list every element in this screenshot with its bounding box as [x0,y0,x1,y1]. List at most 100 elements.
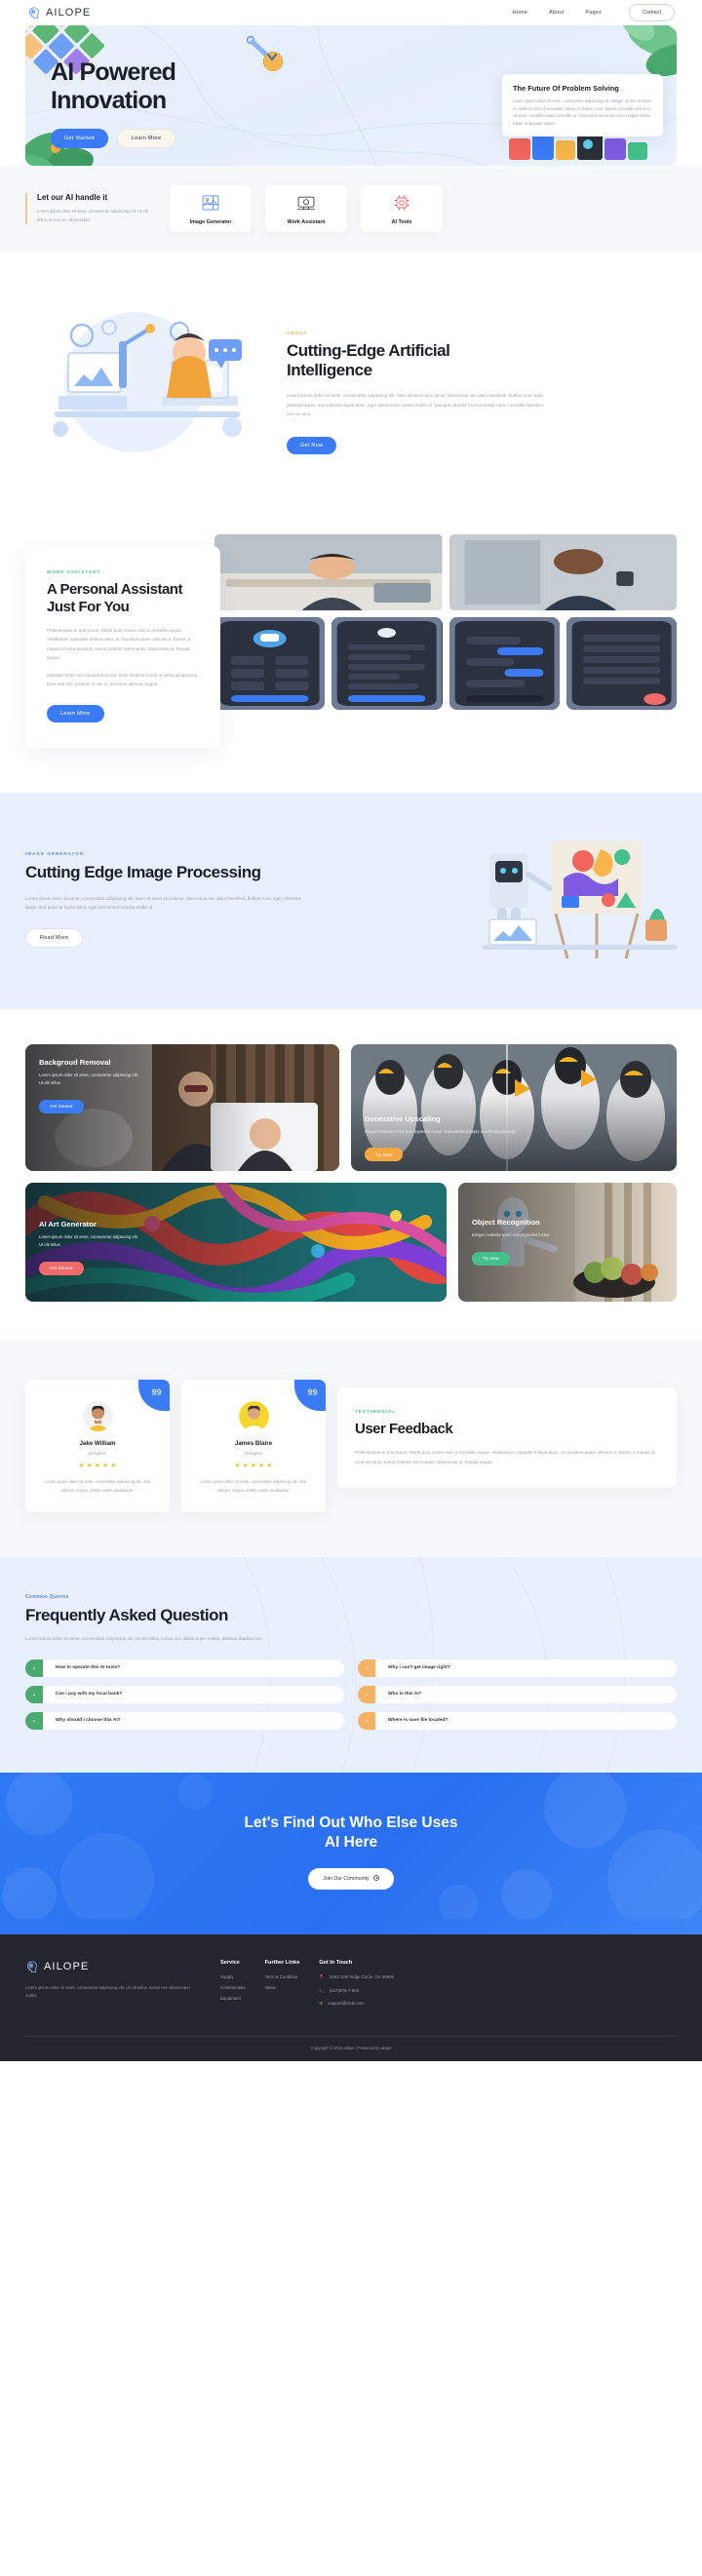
footer-phone[interactable]: (407)876-7-853 [330,1988,359,1995]
hero-card-body: Lorem ipsum dolor sit amet, consectetur … [513,98,652,126]
gallery-card-button[interactable]: Try Now [365,1148,403,1162]
image-processing-section: IMAGE GENERATOR Cutting Edge Image Proce… [0,793,702,1010]
assistant-section: WORK ASSISTANT A Personal Assistant Just… [0,530,702,793]
phone-icon: 📞 [319,1987,325,1993]
footer-link[interactable]: Equipment [220,1996,246,2001]
image-generator-icon [201,193,220,213]
image-processing-read-more-button[interactable]: Read More [25,927,84,948]
faq-question: Why i can't get image right? [375,1659,677,1677]
brand-logo[interactable]: AILOPE [27,6,91,20]
faq-column-right: ⌄ Why i can't get image right? ⌄ Who is … [358,1659,677,1730]
feature-card-work-assistant[interactable]: Work Assistant [265,185,347,232]
footer-link[interactable]: Term & Condition [265,1974,300,1979]
star-icon: ★ [242,1463,249,1470]
feature-card-image-generator[interactable]: Image Generator [170,185,252,232]
assistant-photo-phone-user [448,534,677,610]
join-community-button[interactable]: Join Our Community [308,1867,394,1890]
testimonial-role: Designer [88,1451,107,1457]
assistant-learn-more-button[interactable]: Learn More [47,705,104,723]
faq-question: Why should i choose this AI? [43,1711,344,1730]
gallery-row-1: Backgroud Removal Lorem ipsum dolor sit … [25,1044,677,1172]
footer-column-title: Service [220,1959,240,1966]
faq-question: Who is this AI? [375,1685,677,1703]
hero-title: AI Powered Innovation [51,59,280,115]
gallery-card-title: Object Recognition [472,1218,540,1228]
testimonial-card-jake-william: 99 Jake William Designer ★ ★ ★ ★ ★ Lorem ips… [25,1380,170,1512]
avatar [82,1401,113,1432]
gallery-card-text: Lorem ipsum dolor sit amet, consectetur … [39,1073,138,1086]
star-icon: ★ [258,1463,265,1470]
footer-email[interactable]: support@izide.com [328,2001,365,2008]
faq-item[interactable]: ⌄ Why i can't get image right? [358,1659,677,1677]
footer-address-line: 📍 2463 Oak Ridge Circle, GA 45905 [319,1974,475,1981]
chevron-down-icon[interactable]: ⌄ [358,1659,375,1677]
nav-link-home[interactable]: Home [513,10,527,16]
quote-badge: 99 [294,1380,326,1412]
footer-link[interactable]: Supply [220,1974,246,1979]
chevron-down-icon[interactable]: ⌄ [25,1685,43,1703]
star-icon: ★ [234,1463,241,1470]
about-content: ABOUT Cutting-Edge Artificial Intelligen… [287,327,677,454]
chevron-down-icon[interactable]: ⌄ [358,1685,375,1703]
feature-card-label: Image Generator [189,218,232,225]
faq-question: Can i pay with my local bank? [43,1685,344,1703]
gallery-card-button[interactable]: Get Started [39,1261,84,1275]
chevron-down-icon[interactable]: ⌄ [358,1711,375,1730]
star-icon: ★ [110,1463,117,1470]
about-body: Lorem ipsum dolor sit amet, consectetur … [287,393,545,417]
footer-logo[interactable]: AILOPE [25,1960,201,1974]
faq-item[interactable]: ⌄ Can i pay with my local bank? [25,1685,344,1703]
footer-link[interactable]: News [265,1985,300,1990]
gallery-card-background-removal[interactable]: Backgroud Removal Lorem ipsum dolor sit … [25,1044,339,1172]
footer-phone-line: 📞 (407)876-7-853 [319,1988,475,1995]
gallery-card-text: Integer molestie tortor non imperdiet lu… [472,1232,551,1238]
phone-mockup-3 [448,617,560,710]
gallery-card-object-recognition[interactable]: Object Recognition Integer molestie tort… [458,1183,677,1303]
feature-card-ai-tools[interactable]: AI Tools [361,185,443,232]
faq-item[interactable]: ⌄ How to operate this AI tools? [25,1659,344,1677]
phone-mockup-4 [566,617,677,710]
gallery-card-button[interactable]: Get Started [39,1099,84,1113]
footer-contact-title: Get In Touch [319,1959,353,1966]
avatar [238,1401,269,1432]
star-icon: ★ [250,1463,257,1470]
gallery-card-title: AI Art Generator [39,1220,97,1229]
testimonials-body: Pellentesque in erat purus. Morbi quis o… [355,1450,655,1464]
gallery-card-generative-upscaling[interactable]: Generative Upscaling Integer molestie to… [351,1044,677,1172]
chevron-down-icon[interactable]: ⌄ [25,1659,43,1677]
gallery-card-button[interactable]: Try Now [472,1251,510,1266]
assistant-eyebrow: WORK ASSISTANT [47,569,101,574]
hero-section: AI Powered Innovation Get Started Learn … [0,25,702,166]
faq-question: How to operate this AI tools? [43,1659,344,1677]
brand-name: AILOPE [46,7,92,19]
footer-link[interactable]: Communities [220,1985,246,1990]
testimonial-card-james-blaire: 99 James Blaire Designer ★ ★ ★ ★ ★ Lorem ips… [181,1380,326,1512]
footer-brand-name: AILOPE [44,1961,90,1973]
faq-item[interactable]: ⌄ Who is this AI? [358,1685,677,1703]
faq-item[interactable]: ⌄ Where is save file located? [358,1711,677,1730]
contact-button[interactable]: Contact [629,4,675,21]
nav-link-about[interactable]: About [549,10,564,16]
assistant-phone-mockups [214,617,677,710]
nav-link-pages[interactable]: Pages [585,10,607,16]
chevron-down-icon[interactable]: ⌄ [25,1711,43,1730]
about-get-now-button[interactable]: Get Now [287,436,337,454]
image-processing-eyebrow: IMAGE GENERATOR [25,851,85,857]
hero-learn-more-button[interactable]: Learn More [116,129,176,148]
image-processing-content: IMAGE GENERATOR Cutting Edge Image Proce… [25,851,462,948]
faq-item[interactable]: ⌄ Why should i choose this AI? [25,1711,344,1730]
footer-column-title: Further Links [264,1959,300,1966]
gallery-card-ai-art-generator[interactable]: AI Art Generator Lorem ipsum dolor sit a… [25,1183,447,1303]
assistant-body-2: Molestie tortor non imperdiet luctus. Du… [47,672,199,687]
assistant-photo-office [214,534,443,610]
ai-tools-icon [392,193,411,213]
arrow-right-icon [372,1874,379,1883]
footer-about-text: Lorem ipsum dolor sit amet, consectetur … [25,1984,190,1999]
hero-get-started-button[interactable]: Get Started [51,129,108,148]
faq-question: Where is save file located? [375,1711,677,1730]
phone-mockup-1 [214,617,326,710]
gallery-card-body: Generative Upscaling Integer molestie to… [365,1114,517,1162]
star-icon: ★ [94,1463,101,1470]
feature-card-label: Work Assistant [287,218,326,225]
footer-link-list: Term & Condition News [265,1974,300,1990]
